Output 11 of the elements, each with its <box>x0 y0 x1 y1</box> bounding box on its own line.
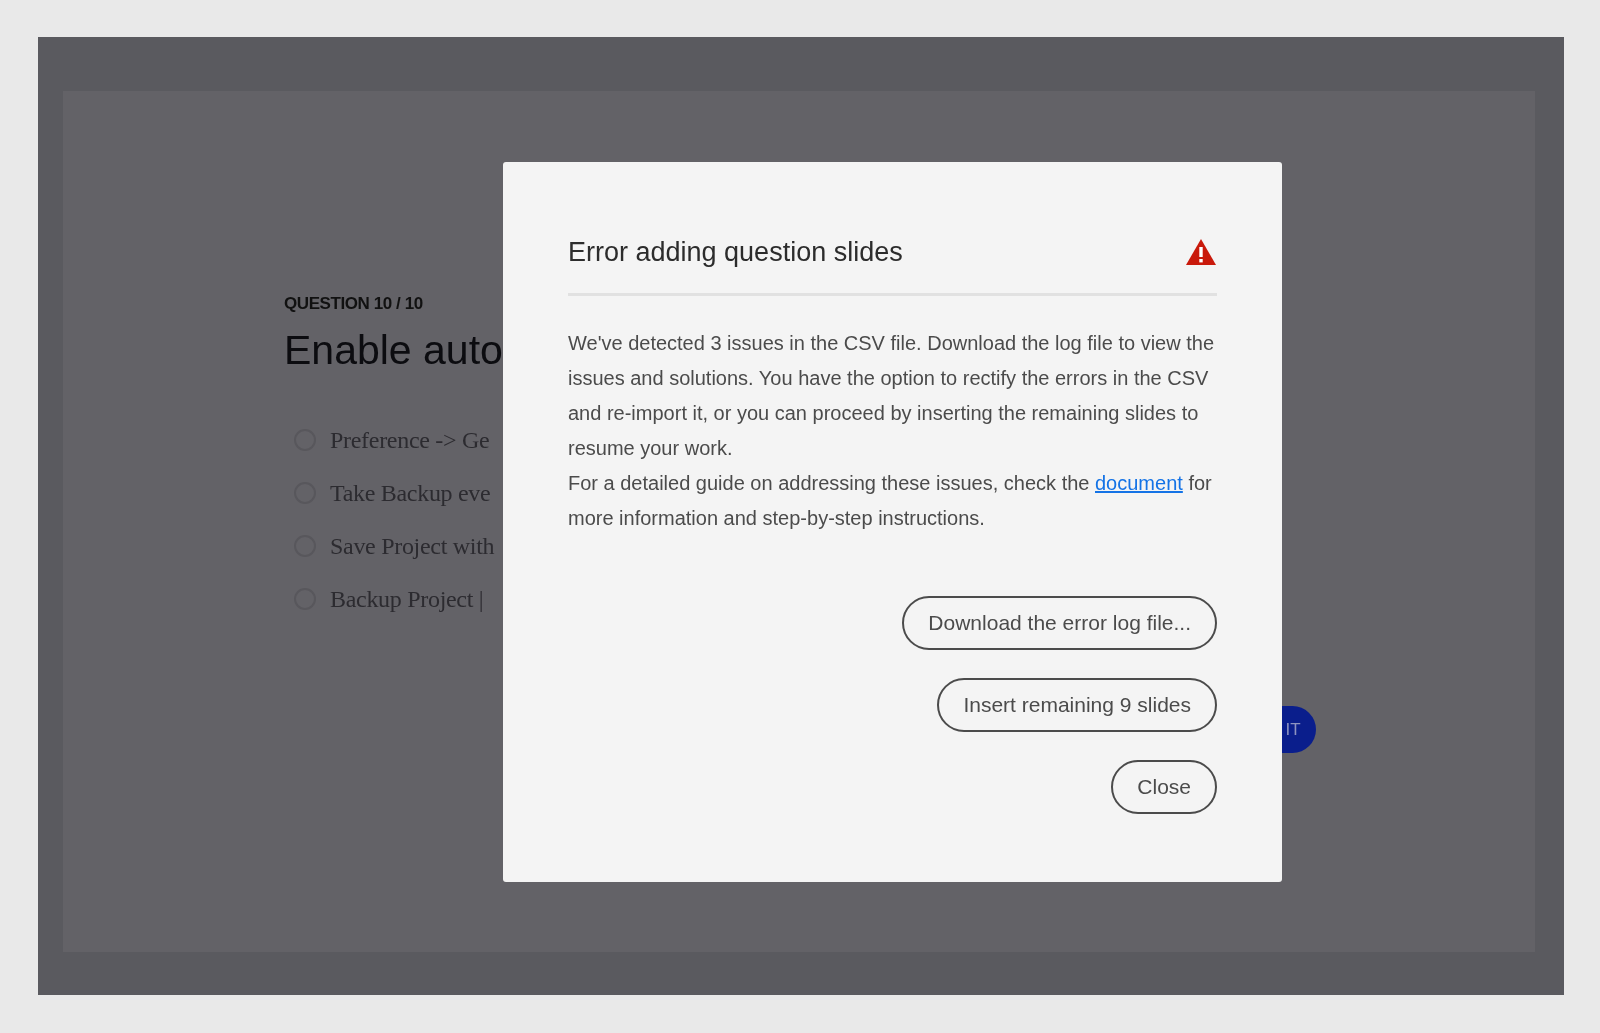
question-label: QUESTION 10 / 10 <box>284 293 424 315</box>
submit-button[interactable]: IT <box>1282 706 1316 753</box>
dialog-title: Error adding question slides <box>568 236 903 269</box>
question-title: Enable auto <box>284 325 503 375</box>
document-link[interactable]: document <box>1095 471 1183 494</box>
dialog-message: We've detected 3 issues in the CSV file. Download the log file to view the issues and solutions. You have the option to rectify the errors in the CSV and re-import it, or you can proceed by inserting the remaining slides to resume your work. <box>568 330 1216 461</box>
guide-text: For a detailed guide on addressing these issues, check the document for more information and step-by-step instructions. <box>568 470 1213 531</box>
dialog-button[interactable]: Close <box>1111 759 1217 814</box>
warning-icon <box>1185 238 1217 267</box>
dialog-button[interactable]: Insert remaining 9 slides <box>937 677 1217 732</box>
dialog-button[interactable]: Download the error log file... <box>902 595 1217 650</box>
